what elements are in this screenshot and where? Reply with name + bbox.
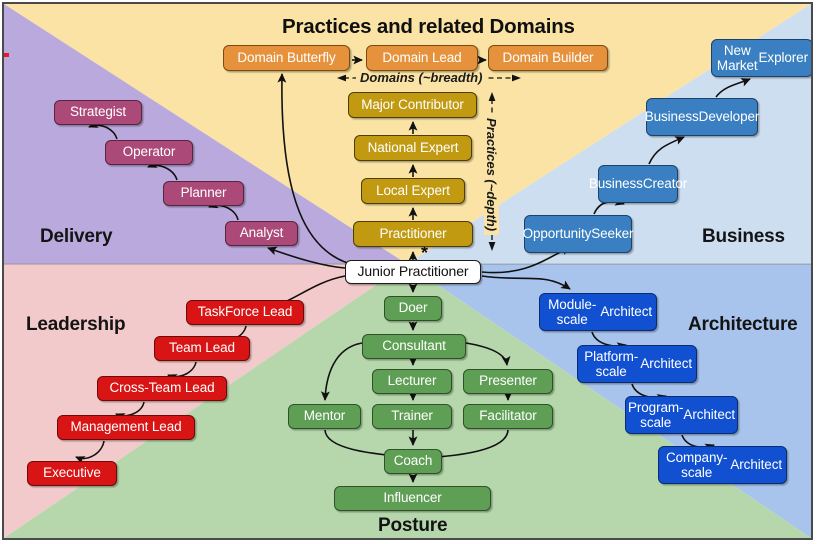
node-label-line: Planner — [180, 185, 227, 201]
node-strategist[interactable]: Strategist — [54, 100, 142, 125]
node-influencer[interactable]: Influencer — [334, 486, 491, 511]
node-domain_builder[interactable]: Domain Builder — [488, 45, 608, 71]
node-cross_team_lead[interactable]: Cross-Team Lead — [97, 376, 227, 401]
node-label-line: Strategist — [69, 104, 127, 120]
node-label-line: Trainer — [391, 408, 433, 424]
node-label-line: TaskForce Lead — [197, 304, 293, 320]
node-module_scale_architect[interactable]: Module-scale Architect — [539, 293, 657, 331]
node-operator[interactable]: Operator — [105, 140, 193, 165]
node-lecturer[interactable]: Lecturer — [372, 369, 452, 394]
node-doer[interactable]: Doer — [384, 296, 442, 321]
region-label-delivery: Delivery — [40, 226, 113, 247]
node-executive[interactable]: Executive — [27, 461, 117, 486]
node-program_scale_architect[interactable]: Program-scale Architect — [625, 396, 738, 434]
node-facilitator[interactable]: Facilitator — [463, 404, 553, 429]
node-label-line: Business — [588, 176, 643, 192]
node-consultant[interactable]: Consultant — [362, 334, 466, 359]
node-label-line: Consultant — [382, 338, 446, 354]
node-business_developer[interactable]: Business Developer — [644, 98, 760, 136]
node-practitioner[interactable]: Practitioner — [353, 221, 473, 247]
node-label-line: New Market — [716, 42, 758, 73]
diagram-title: Practices and related Domains — [282, 15, 575, 38]
node-label-line: Domain Lead — [382, 49, 462, 65]
node-trainer[interactable]: Trainer — [372, 404, 452, 429]
node-label-line: Creator — [642, 176, 688, 192]
node-label-line: Management Lead — [70, 419, 182, 435]
node-team_lead[interactable]: Team Lead — [154, 336, 250, 361]
node-label-line: Junior Practitioner — [357, 263, 469, 280]
node-label-line: Major Contributor — [361, 96, 464, 112]
node-label-line: Lecturer — [387, 373, 437, 389]
node-opportunity_seeker[interactable]: Opportunity Seeker — [522, 215, 634, 253]
node-management_lead[interactable]: Management Lead — [57, 415, 195, 440]
node-label-line: Explorer — [758, 50, 809, 66]
node-mentor[interactable]: Mentor — [288, 404, 361, 429]
node-domain_lead[interactable]: Domain Lead — [366, 45, 478, 71]
node-label-line: Local Expert — [376, 182, 450, 198]
node-label-line: Architect — [600, 304, 652, 320]
region-label-architecture: Architecture — [688, 314, 798, 335]
node-label-line: Domain Builder — [502, 49, 594, 65]
left-edge-marker — [4, 53, 9, 57]
node-label-line: Cross-Team Lead — [109, 380, 215, 396]
node-label-line: Architect — [730, 457, 782, 473]
node-company_scale_architect[interactable]: Company-scale Architect — [658, 446, 787, 484]
node-label-line: Platform-scale — [584, 348, 639, 379]
node-label-line: National Expert — [367, 139, 459, 155]
node-label-line: Coach — [393, 453, 433, 469]
node-label-line: Domain Butterfly — [237, 49, 336, 65]
node-analyst[interactable]: Analyst — [225, 221, 298, 246]
node-major_contributor[interactable]: Major Contributor — [348, 92, 477, 118]
node-label-line: Operator — [122, 144, 176, 160]
node-label-line: Developer — [698, 109, 760, 125]
node-label-line: Company-scale — [665, 449, 728, 480]
node-label-line: Team Lead — [169, 340, 235, 356]
node-label-line: Executive — [43, 465, 101, 481]
node-label-line: Program-scale — [627, 399, 684, 430]
node-label-line: Doer — [398, 300, 428, 316]
node-label-line: Architect — [640, 356, 692, 372]
node-business_creator[interactable]: Business Creator — [589, 165, 687, 203]
node-junior_practitioner[interactable]: Junior Practitioner — [345, 260, 481, 284]
node-national_expert[interactable]: National Expert — [354, 135, 472, 161]
node-label-line: Analyst — [239, 225, 284, 241]
axis-label-practices-depth: Practices (~depth) — [484, 114, 499, 236]
region-label-business: Business — [702, 226, 785, 247]
node-new_market_explorer[interactable]: New Market Explorer — [711, 39, 811, 77]
node-domain_butterfly[interactable]: Domain Butterfly — [223, 45, 350, 71]
node-local_expert[interactable]: Local Expert — [361, 178, 465, 204]
node-taskforce_lead[interactable]: TaskForce Lead — [186, 300, 304, 325]
node-label-line: Architect — [683, 407, 736, 423]
node-label-line: Seeker — [591, 226, 634, 242]
node-label-line: Presenter — [479, 373, 537, 389]
node-label-line: Business — [644, 109, 699, 125]
node-label-line: Mentor — [303, 408, 346, 424]
node-label-line: Influencer — [383, 490, 442, 506]
node-label-line: Opportunity — [522, 226, 592, 242]
node-label-line: Facilitator — [479, 408, 537, 424]
node-presenter[interactable]: Presenter — [463, 369, 553, 394]
node-coach[interactable]: Coach — [384, 449, 442, 474]
region-label-leadership: Leadership — [26, 314, 126, 335]
node-label-line: Module-scale — [548, 296, 597, 327]
axis-label-domains: Domains (~breadth) — [356, 70, 487, 85]
node-planner[interactable]: Planner — [163, 181, 244, 206]
diagram-frame: Practices and related Domains Domains (~… — [2, 2, 813, 540]
node-label-line: Practitioner — [379, 225, 447, 241]
region-label-posture: Posture — [378, 515, 448, 536]
diagram-canvas: Practices and related Domains Domains (~… — [0, 0, 817, 544]
node-platform_scale_architect[interactable]: Platform-scale Architect — [577, 345, 697, 383]
